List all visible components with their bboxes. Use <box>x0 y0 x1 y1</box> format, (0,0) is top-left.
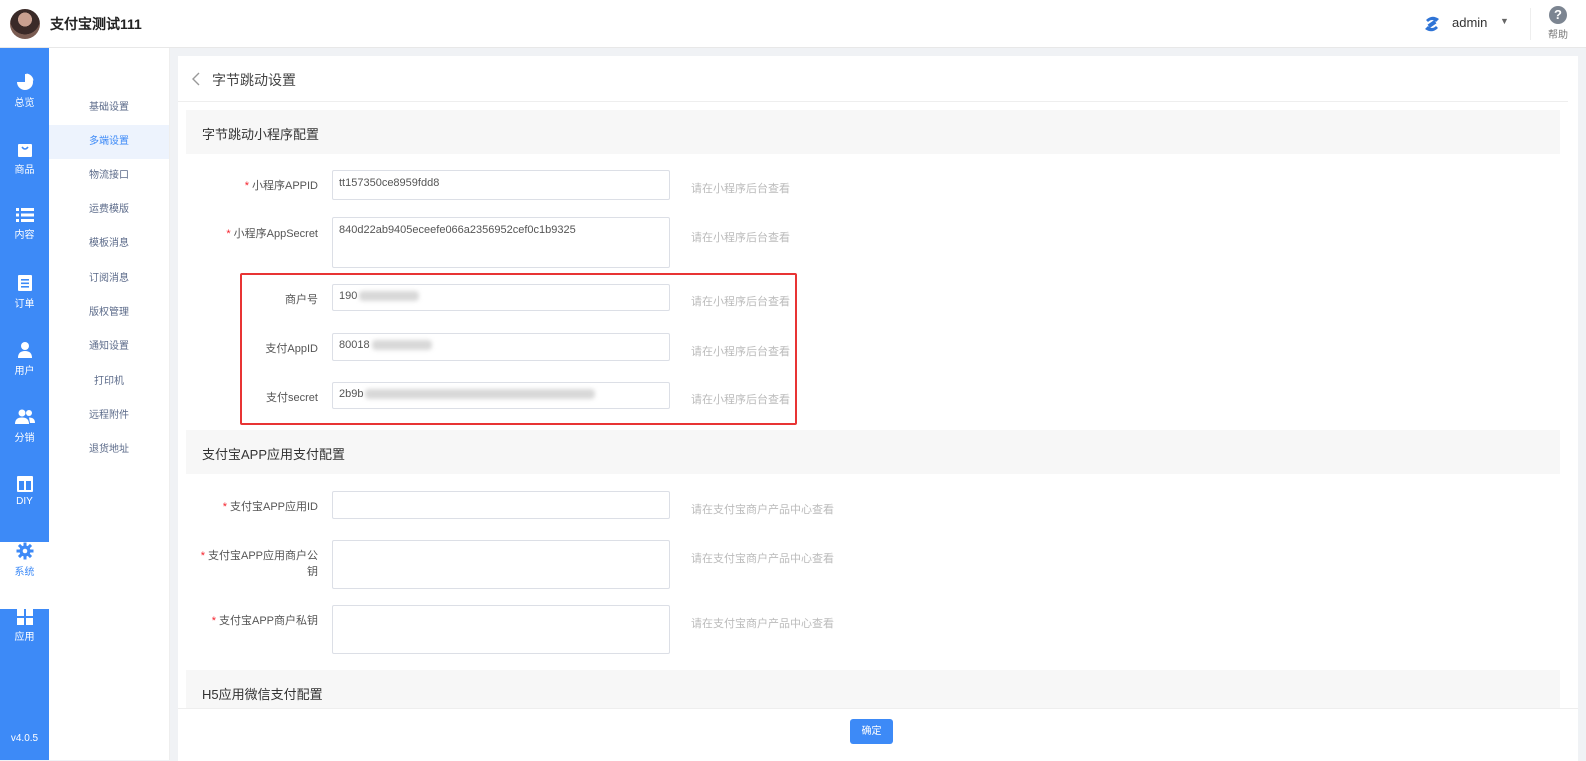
avatar[interactable] <box>10 9 40 39</box>
field-value: 2b9b <box>339 388 364 400</box>
pay-secret-input[interactable]: 2b9b <box>332 382 670 409</box>
field-label: * 支付宝APP应用商户公钥 <box>200 550 318 578</box>
app-title: 支付宝测试111 <box>50 16 142 32</box>
sidebar-label: 系统 <box>14 567 35 578</box>
field-label: * 小程序AppSecret <box>226 228 318 240</box>
alipay-app-id-input[interactable] <box>332 491 670 519</box>
footer-bar: 确定 <box>178 708 1578 761</box>
field-label: 支付secret <box>266 392 318 404</box>
confirm-button[interactable]: 确定 <box>850 719 893 744</box>
divider <box>1530 8 1531 40</box>
sidebar-item-system[interactable]: 系统 <box>0 542 49 609</box>
field-label: * 支付宝APP商户私钥 <box>211 615 318 627</box>
field-label: 支付AppID <box>265 343 318 355</box>
alipay-public-key-textarea[interactable] <box>332 540 670 589</box>
submenu-item-printer[interactable]: 打印机 <box>49 365 169 399</box>
sidebar-item-goods[interactable]: 商品 <box>0 140 49 207</box>
field-hint: 请在小程序后台查看 <box>691 296 790 308</box>
gear-icon <box>16 542 33 560</box>
appid-input[interactable]: tt157350ce8959fdd8 <box>332 170 670 200</box>
field-hint: 请在支付宝商户产品中心查看 <box>691 553 834 565</box>
field-label: * 小程序APPID <box>244 180 318 192</box>
back-arrow-icon[interactable] <box>192 72 200 86</box>
submenu-item-copyright[interactable]: 版权管理 <box>49 296 169 330</box>
list-icon <box>15 208 34 222</box>
page-title: 字节跳动设置 <box>212 72 296 88</box>
submenu-item-logistics[interactable]: 物流接口 <box>49 159 169 193</box>
submenu-item-basic[interactable]: 基础设置 <box>49 91 169 125</box>
field-value: 190 <box>339 290 358 302</box>
section-alipay-app: 支付宝APP应用支付配置 <box>186 430 1560 474</box>
sidebar-label: 应用 <box>14 632 35 643</box>
sidebar-label: 总览 <box>14 98 35 109</box>
redacted-blur <box>359 291 420 302</box>
section-title: 支付宝APP应用支付配置 <box>202 447 346 462</box>
section-bytedance: 字节跳动小程序配置 <box>186 110 1560 154</box>
field-label: * 支付宝APP应用ID <box>222 501 318 513</box>
field-label: 商户号 <box>285 294 318 306</box>
sidebar-item-diy[interactable]: DIY <box>0 475 49 542</box>
sidebar-label: DIY <box>16 496 33 507</box>
shopping-bag-icon <box>17 144 32 157</box>
submenu-item-template-message[interactable]: 模板消息 <box>49 227 169 261</box>
sidebar-item-content[interactable]: 内容 <box>0 207 49 274</box>
page-header: 字节跳动设置 <box>178 56 1568 102</box>
submenu-item-remote-attachment[interactable]: 远程附件 <box>49 399 169 433</box>
sidebar-label: 内容 <box>14 230 35 241</box>
pie-chart-icon <box>16 73 33 90</box>
appsecret-textarea[interactable]: 840d22ab9405eceefe066a2356952cef0c1b9325 <box>332 217 670 268</box>
pay-appid-input[interactable]: 80018 <box>332 333 670 361</box>
submenu-item-return-address[interactable]: 退货地址 <box>49 433 169 467</box>
field-hint: 请在小程序后台查看 <box>691 232 790 244</box>
user-icon <box>17 342 32 358</box>
sidebar-item-orders[interactable]: 订单 <box>0 274 49 341</box>
main-content: 字节跳动设置 字节跳动小程序配置 * 小程序APPID tt157350ce895… <box>178 56 1578 760</box>
sidebar-item-overview[interactable]: 总览 <box>0 73 49 140</box>
help-button[interactable]: ? 帮助 <box>1538 6 1578 41</box>
field-hint: 请在支付宝商户产品中心查看 <box>691 618 834 630</box>
submenu-item-shipping-template[interactable]: 运费模版 <box>49 193 169 227</box>
help-label: 帮助 <box>1548 30 1568 41</box>
top-bar: 支付宝测试111 admin ▼ ? 帮助 <box>0 0 1586 48</box>
layout-icon <box>16 476 33 492</box>
sidebar-label: 分销 <box>14 433 35 444</box>
chevron-down-icon[interactable]: ▼ <box>1500 16 1509 26</box>
field-hint: 请在支付宝商户产品中心查看 <box>691 504 834 516</box>
sidebar-label: 商品 <box>14 165 35 176</box>
sidebar-label: 用户 <box>14 366 35 377</box>
redacted-blur <box>365 389 596 400</box>
submenu-item-notification[interactable]: 通知设置 <box>49 330 169 364</box>
section-title: H5应用微信支付配置 <box>202 687 323 702</box>
users-icon <box>14 409 35 424</box>
sidebar-item-distribution[interactable]: 分销 <box>0 408 49 475</box>
submenu-item-subscribe-message[interactable]: 订阅消息 <box>49 262 169 296</box>
field-value: 80018 <box>339 339 370 351</box>
sidebar-label: 订单 <box>14 299 35 310</box>
grid-icon <box>16 609 33 625</box>
alipay-private-key-textarea[interactable] <box>332 605 670 654</box>
section-title: 字节跳动小程序配置 <box>202 127 320 142</box>
redacted-blur <box>371 340 432 351</box>
help-icon: ? <box>1549 6 1567 24</box>
main-sidebar: 总览 商品 内容 订单 用户 分销 DIY 系统 应用 v4.0.5 <box>0 48 49 760</box>
admin-username[interactable]: admin <box>1452 15 1487 30</box>
sidebar-item-users[interactable]: 用户 <box>0 341 49 408</box>
field-hint: 请在小程序后台查看 <box>691 394 790 406</box>
version-label: v4.0.5 <box>10 733 39 744</box>
document-icon <box>17 275 32 291</box>
field-hint: 请在小程序后台查看 <box>691 346 790 358</box>
sidebar-item-apps[interactable]: 应用 <box>0 609 49 676</box>
settings-submenu: 基础设置 多端设置 物流接口 运费模版 模板消息 订阅消息 版权管理 通知设置 … <box>49 48 170 760</box>
admin-logo-icon <box>1425 16 1439 32</box>
merchant-number-input[interactable]: 190 <box>332 284 670 311</box>
field-hint: 请在小程序后台查看 <box>691 183 790 195</box>
submenu-item-multi-platform[interactable]: 多端设置 <box>49 125 169 159</box>
